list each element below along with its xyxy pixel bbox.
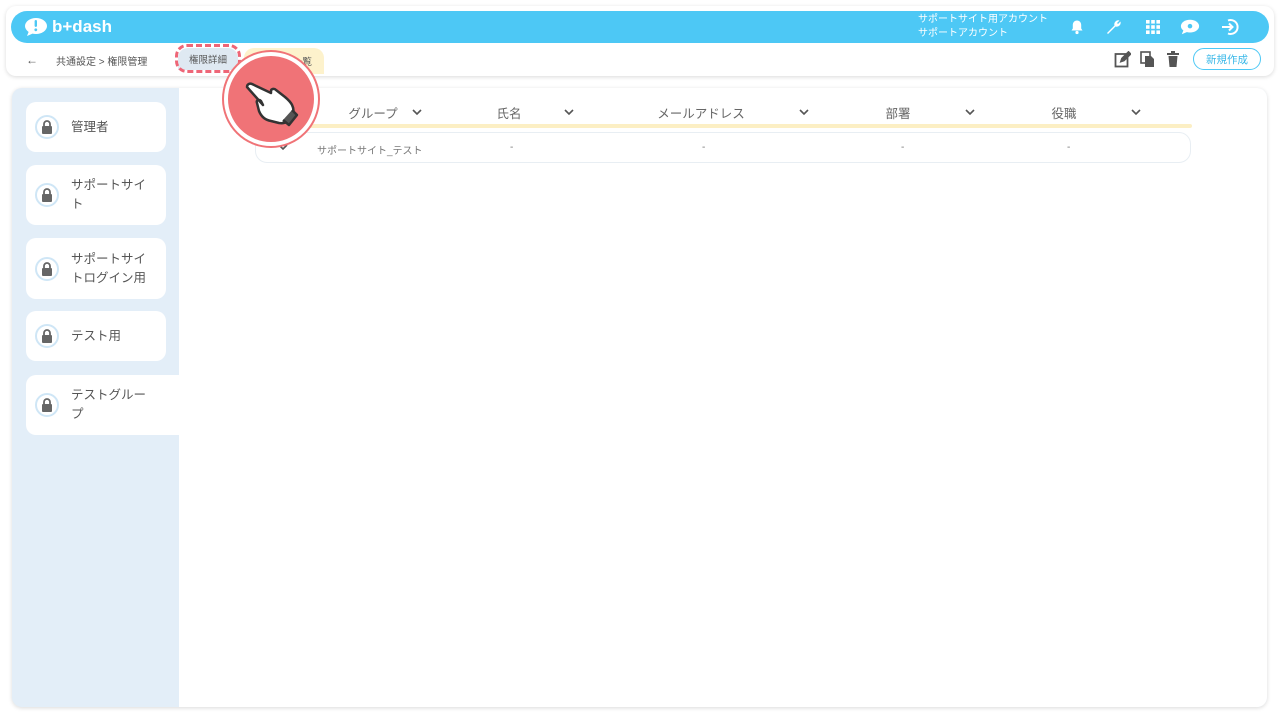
column-header-group[interactable]: グループ (330, 102, 440, 122)
cell-group: サポートサイト_テスト (317, 146, 423, 157)
new-button-label: 新規作成 (1206, 53, 1248, 66)
chevron-down-icon (964, 109, 975, 116)
account-sub: サポートアカウント (918, 28, 1008, 39)
header-divider (300, 124, 1192, 128)
column-label: 役職 (1051, 106, 1077, 121)
bell-icon[interactable] (1067, 17, 1087, 37)
column-header-name[interactable]: 氏名 (480, 102, 590, 122)
column-label: 氏名 (496, 106, 522, 121)
sidebar-item-label: 管理者 (71, 119, 109, 134)
pointing-hand-icon (245, 82, 299, 127)
logo-text: b+dash (52, 17, 112, 36)
column-header-email[interactable]: メールアドレス (648, 102, 818, 122)
cell-email: - (702, 142, 706, 153)
tap-pointer-marker (224, 52, 318, 146)
user-bubble-icon[interactable] (1180, 17, 1200, 37)
back-arrow-icon[interactable]: ← (26, 53, 38, 67)
lock-icon (35, 393, 59, 417)
account-name: サポートサイト用アカウント (918, 14, 1048, 25)
logout-icon[interactable] (1219, 17, 1241, 37)
lock-icon (35, 324, 59, 348)
column-label: メールアドレス (657, 106, 745, 121)
column-header-dept[interactable]: 部署 (878, 102, 982, 122)
cell-dept: - (901, 142, 905, 153)
column-label: 部署 (885, 106, 911, 121)
column-header-title[interactable]: 役職 (1044, 102, 1148, 122)
lock-icon (35, 183, 59, 207)
sidebar-item-support-site[interactable]: サポートサイト (26, 165, 166, 225)
copy-icon[interactable] (1138, 49, 1158, 69)
content-panel (179, 88, 1267, 707)
new-button[interactable]: 新規作成 (1193, 48, 1261, 70)
lock-icon (35, 256, 59, 281)
sidebar-item-label: サポートサイト (71, 178, 147, 211)
sidebar-item-support-login[interactable]: サポートサイトログイン用 (26, 238, 166, 299)
sidebar-item-label: テストグループ (71, 388, 147, 421)
chevron-down-icon (412, 109, 422, 116)
chevron-down-icon (563, 109, 574, 116)
sidebar-item-label: サポートサイトログイン用 (71, 251, 147, 285)
apps-grid-icon[interactable] (1143, 17, 1163, 37)
sidebar-item-test[interactable]: テスト用 (26, 311, 166, 361)
sidebar-item-admin[interactable]: 管理者 (26, 102, 166, 152)
delete-icon[interactable] (1163, 49, 1183, 69)
logo[interactable]: b+dash (24, 16, 112, 38)
chevron-down-icon (1130, 109, 1141, 116)
chevron-down-icon (799, 109, 809, 116)
breadcrumb-path: 共通設定 > 権限管理 (56, 56, 148, 68)
account-info: サポートサイト用アカウント サポートアカウント (918, 13, 1048, 41)
wrench-icon[interactable] (1104, 17, 1124, 37)
table-row[interactable]: サポートサイト_テスト - - - - (255, 132, 1191, 163)
breadcrumb: ← 共通設定 > 権限管理 (26, 50, 147, 70)
lock-icon (35, 115, 59, 139)
sidebar-item-test-group[interactable]: テストグループ (26, 375, 179, 435)
cell-title: - (1067, 142, 1071, 153)
sidebar-item-label: テスト用 (71, 328, 122, 343)
tab-highlight-marker (175, 44, 241, 73)
logo-bubble-icon (24, 17, 48, 37)
edit-icon[interactable] (1112, 49, 1132, 69)
column-label: グループ (348, 106, 398, 121)
cell-name: - (510, 142, 514, 153)
